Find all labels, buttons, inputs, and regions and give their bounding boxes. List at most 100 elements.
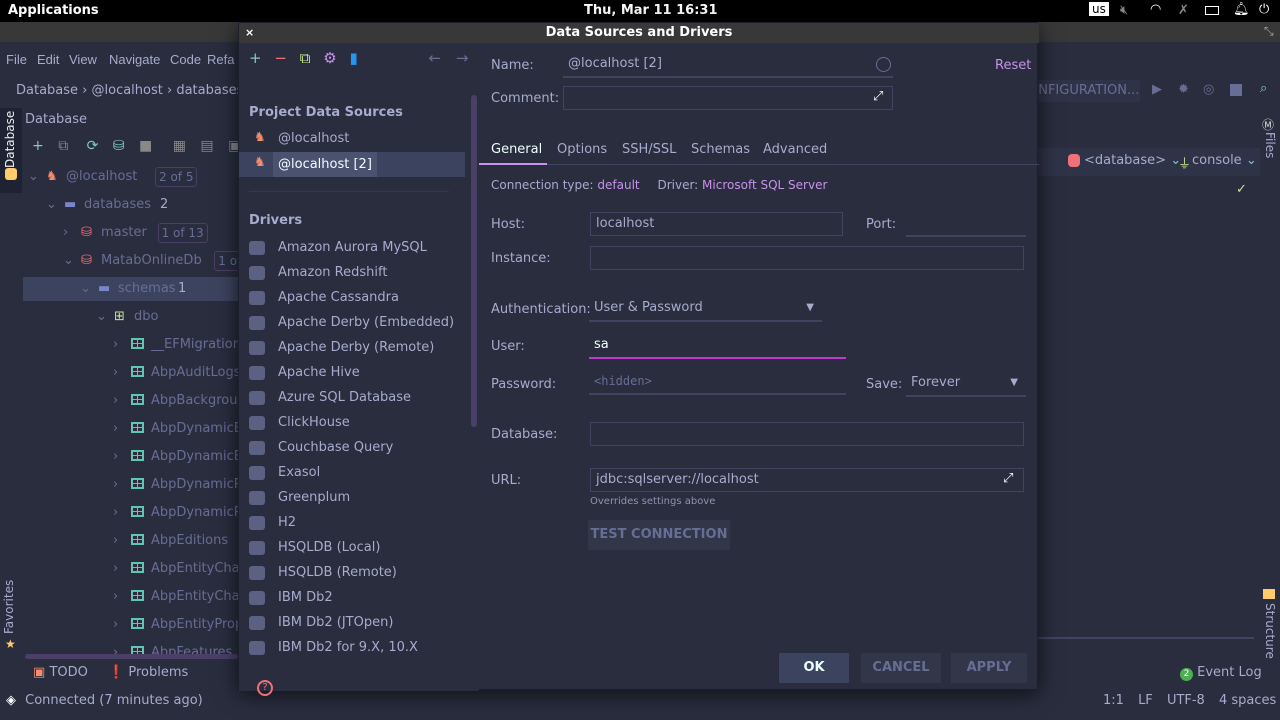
layers-icon[interactable]: ◈ (6, 693, 16, 708)
tree-node[interactable]: › ⛁ master 1 of 13 (0, 221, 238, 245)
search-icon[interactable]: ⌕ (1260, 81, 1267, 96)
breadcrumb-item[interactable]: Database (16, 83, 78, 98)
debug-icon[interactable]: ✹ (1178, 82, 1189, 97)
back-arrow-icon[interactable]: ← (429, 49, 442, 67)
line-separator[interactable]: LF (1138, 693, 1153, 708)
caret-position[interactable]: 1:1 (1103, 693, 1124, 708)
chevron-right-icon[interactable]: › (113, 529, 118, 553)
driver-item[interactable]: Exasol (249, 460, 320, 485)
url-input[interactable]: jdbc:sqlserver://localhost (590, 468, 1024, 492)
comment-input[interactable] (563, 86, 893, 110)
chevron-right-icon[interactable]: › (113, 389, 118, 413)
authentication-select[interactable]: User & Password ▼ (589, 296, 822, 322)
reset-link[interactable]: Reset (995, 58, 1031, 73)
chevron-down-icon[interactable]: ⌄ (80, 277, 91, 301)
driver-item[interactable]: Couchbase Query (249, 435, 393, 460)
applications-menu[interactable]: Applications (8, 3, 99, 18)
tree-node[interactable]: › AbpBackgroun (0, 389, 238, 413)
driver-item[interactable]: HSQLDB (Remote) (249, 560, 397, 585)
vertical-scrollbar[interactable] (471, 95, 477, 427)
tree-node[interactable]: ⌄ ▬ databases 2 (0, 193, 238, 217)
chevron-right-icon[interactable]: › (113, 417, 118, 441)
chevron-down-icon[interactable]: ⌄ (28, 165, 39, 189)
copy-icon[interactable]: ⧉ (58, 138, 68, 154)
driver-item[interactable]: IBM Db2 (249, 585, 333, 610)
tree-node[interactable]: › AbpEntityChang (0, 585, 238, 609)
restore-window-icon[interactable]: ⤡ (1264, 24, 1274, 39)
tree-node[interactable]: › AbpAuditLogs (0, 361, 238, 385)
instance-input[interactable] (590, 246, 1024, 270)
sidebar-tab-structure[interactable]: Structure (1263, 603, 1277, 659)
chevron-down-icon[interactable]: ⌄ (46, 193, 57, 217)
menu-file[interactable]: File (6, 52, 27, 67)
breadcrumb-item[interactable]: databases (176, 83, 243, 98)
import-file-icon[interactable]: ▮ (349, 49, 357, 67)
horizontal-scrollbar[interactable] (25, 654, 238, 659)
chevron-right-icon[interactable]: › (113, 333, 118, 357)
tab-advanced[interactable]: Advanced (763, 135, 827, 165)
test-connection-button[interactable]: TEST CONNECTION (588, 520, 730, 550)
driver-item[interactable]: Apache Cassandra (249, 285, 399, 310)
indent-setting[interactable]: 4 spaces (1219, 693, 1276, 708)
port-input[interactable] (906, 211, 1026, 237)
tab-ssh-ssl[interactable]: SSH/SSL (622, 135, 676, 165)
add-icon[interactable]: + (32, 138, 44, 154)
run-configuration-selector[interactable]: ONFIGURATION... (1028, 80, 1140, 102)
apply-button[interactable]: APPLY (951, 653, 1027, 683)
run-icon[interactable]: ▶ (1152, 82, 1162, 97)
tree-node[interactable]: ⌄ ⛁ MatabOnlineDb 1 of 13 (0, 249, 238, 273)
source-item-selected[interactable]: ♞ @localhost [2] (239, 152, 465, 177)
chevron-down-icon[interactable]: ⌄ (96, 305, 107, 329)
tab-todo[interactable]: ▣ TODO (33, 665, 88, 680)
tree-node[interactable]: › AbpDynamicPro (0, 501, 238, 525)
driver-item[interactable]: Greenplum (249, 485, 350, 510)
expand-icon[interactable]: ⤢ (1003, 471, 1013, 486)
table-view-icon[interactable]: ▦ (173, 138, 186, 154)
db-search-icon[interactable]: ⛁ (113, 138, 125, 154)
files-icon[interactable]: Ⓜ (1262, 116, 1274, 133)
color-picker-icon[interactable] (876, 57, 891, 72)
help-icon[interactable]: ? (257, 680, 273, 696)
driver-link[interactable]: Microsoft SQL Server (702, 178, 827, 192)
file-encoding[interactable]: UTF-8 (1167, 693, 1205, 708)
stop-icon[interactable] (1230, 84, 1242, 96)
driver-item[interactable]: ClickHouse (249, 410, 350, 435)
forward-arrow-icon[interactable]: → (456, 49, 469, 67)
tree-node[interactable]: › AbpEditions (0, 529, 238, 553)
driver-item[interactable]: Amazon Aurora MySQL (249, 235, 427, 260)
battery-icon[interactable] (1205, 6, 1219, 15)
driver-item[interactable]: HSQLDB (Local) (249, 535, 380, 560)
event-log-button[interactable]: 2 Event Log (1180, 665, 1262, 681)
host-input[interactable]: localhost (590, 212, 843, 236)
tab-problems[interactable]: ❗ Problems (108, 665, 188, 680)
tree-node[interactable]: ⌄ ▬ schemas 1 (23, 277, 238, 301)
stop-icon[interactable]: ■ (139, 138, 152, 154)
chevron-right-icon[interactable]: › (113, 557, 118, 581)
close-icon[interactable]: × (245, 23, 254, 43)
bluetooth-off-icon[interactable]: ✗ (1178, 3, 1189, 18)
remove-icon[interactable]: − (274, 49, 287, 67)
settings-gear-icon[interactable]: ⚙ (323, 49, 336, 67)
refresh-icon[interactable]: ⟳ (87, 138, 99, 154)
keyboard-layout[interactable]: us (1089, 2, 1109, 16)
driver-item[interactable]: Apache Derby (Remote) (249, 335, 434, 360)
menu-edit[interactable]: Edit (37, 52, 59, 67)
ok-button[interactable]: OK (779, 653, 849, 683)
driver-item[interactable]: IBM Db2 (JTOpen) (249, 610, 393, 635)
chevron-right-icon[interactable]: › (113, 473, 118, 497)
database-selector[interactable]: <database> ⌄ (1084, 153, 1181, 168)
driver-item[interactable]: H2 (249, 510, 296, 535)
tree-node[interactable]: › AbpFeatures (0, 641, 238, 655)
chevron-right-icon[interactable]: › (113, 501, 118, 525)
password-input[interactable]: <hidden> (589, 369, 846, 395)
ddl-icon[interactable]: ▤ (200, 138, 213, 154)
chevron-right-icon[interactable]: › (113, 361, 118, 385)
driver-item[interactable]: Azure SQL Database (249, 385, 411, 410)
tree-node[interactable]: › AbpDynamicEnt (0, 417, 238, 441)
driver-item[interactable]: Apache Derby (Embedded) (249, 310, 454, 335)
connection-type-link[interactable]: default (597, 178, 639, 192)
source-item[interactable]: ♞ @localhost (239, 127, 465, 151)
chevron-right-icon[interactable]: › (113, 585, 118, 609)
tree-node[interactable]: › AbpEntityPrope (0, 613, 238, 637)
tree-node[interactable]: ⌄ ⊞ dbo (0, 305, 238, 329)
